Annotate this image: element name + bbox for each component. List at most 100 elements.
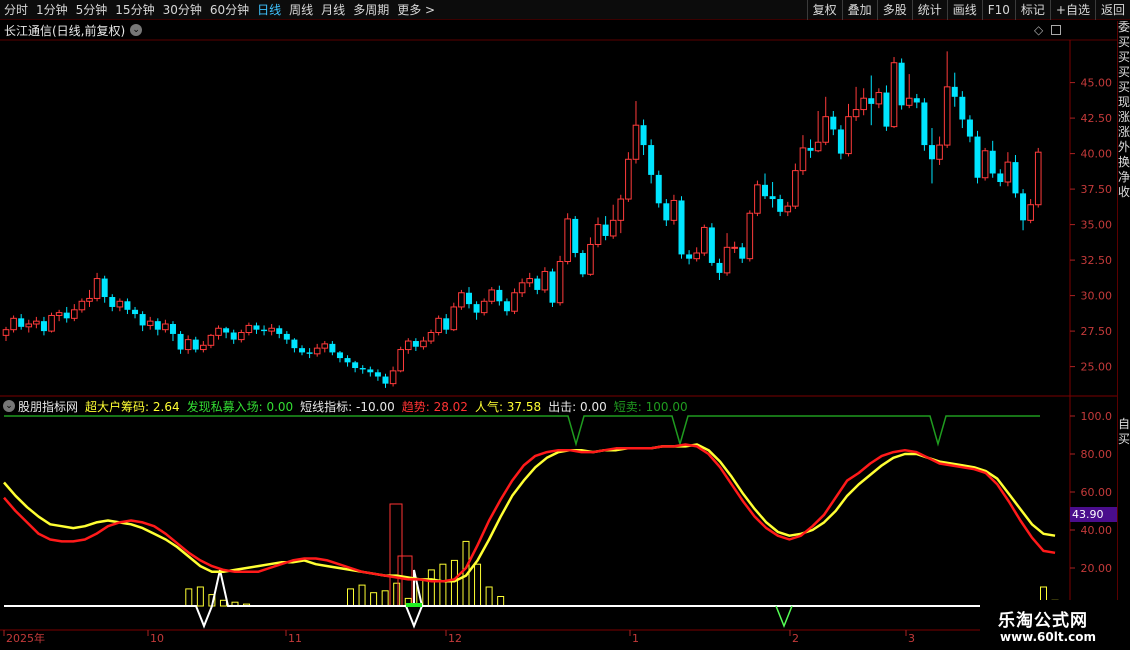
- candle-body-down: [299, 348, 306, 353]
- candle-body-up: [93, 278, 101, 299]
- candle-body-down: [686, 254, 693, 259]
- candle-body-down: [503, 301, 510, 312]
- candle-body-down: [928, 145, 935, 160]
- candle-body-up: [746, 212, 754, 260]
- candle-body-down: [382, 376, 389, 384]
- candle-body-up: [784, 205, 792, 213]
- candle-body-down: [777, 199, 784, 212]
- quote-label: 外: [1118, 140, 1130, 154]
- candle-body-up: [632, 124, 640, 160]
- candle-body-up: [1004, 161, 1012, 183]
- quote-label: 涨: [1118, 125, 1130, 139]
- candle-body-up: [943, 86, 951, 146]
- candle-body-down: [344, 358, 351, 363]
- candle-body-up: [184, 339, 192, 351]
- candle-body-down: [169, 324, 176, 334]
- candle-body-up: [731, 246, 738, 249]
- indicator-label: 短卖:: [613, 399, 646, 414]
- candle-body-down: [352, 362, 359, 369]
- date-tick-label: 12: [448, 632, 462, 645]
- candle-body-down: [253, 325, 260, 330]
- candle-body-down: [959, 96, 966, 120]
- candle-body-down: [283, 333, 290, 340]
- quote-label: 收: [1118, 185, 1130, 199]
- indicator-header: ⌄ 股朋指标网 超大户筹码: 2.64 发现私募入场: 0.00 短线指标: -10…: [0, 398, 695, 414]
- quote-label: 涨: [1118, 110, 1130, 124]
- indicator-name[interactable]: 股朋指标网: [18, 398, 78, 415]
- candle-body-down: [807, 147, 814, 151]
- indicator-value: 2.64: [152, 399, 180, 414]
- candle-body-down: [549, 271, 556, 303]
- candle-body-down: [898, 62, 905, 106]
- volume-bar: [185, 588, 193, 607]
- volume-bar: [474, 563, 482, 607]
- price-tick-label: 45.00: [1081, 77, 1113, 90]
- chevron-down-icon[interactable]: ⌄: [3, 400, 15, 412]
- indicator-tick-label: 80.00: [1081, 448, 1113, 461]
- candle-body-up: [427, 332, 435, 342]
- chart-canvas[interactable]: 45.0042.5040.0037.5035.0032.5030.0027.50…: [0, 0, 1130, 650]
- candle-body-up: [450, 306, 458, 331]
- candle-body-down: [230, 332, 237, 340]
- candle-body-up: [48, 314, 55, 332]
- volume-bar: [497, 596, 505, 607]
- candle-body-down: [837, 129, 844, 154]
- quote-label: 自: [1118, 417, 1130, 431]
- indicator-label: 人气:: [474, 399, 507, 414]
- candle-body-down: [997, 173, 1004, 182]
- indicator-value: 37.58: [506, 399, 542, 414]
- candle-body-up: [116, 300, 124, 308]
- indicator-item-1: 发现私募入场: 0.00: [187, 398, 294, 415]
- candle-body-down: [572, 218, 579, 253]
- candle-body-down: [663, 203, 670, 221]
- volume-bar: [381, 590, 389, 607]
- candle-body-down: [974, 136, 981, 178]
- quote-label: 换: [1118, 155, 1130, 169]
- candle-body-up: [78, 300, 86, 311]
- candle-body-up: [594, 224, 602, 245]
- candle-body-down: [708, 227, 715, 263]
- quote-label: 买: [1118, 65, 1130, 79]
- right-quote-strip: 委买买买买现涨涨外换净收自买: [1117, 21, 1130, 631]
- candle-body-up: [2, 329, 10, 336]
- candle-body-down: [1020, 193, 1027, 221]
- candle-body-down: [261, 329, 268, 332]
- candle-body-up: [556, 261, 564, 304]
- candle-body-up: [860, 97, 867, 111]
- price-tick-label: 40.00: [1081, 148, 1113, 161]
- stock-chart-window: 分时 1分钟 5分钟 15分钟 30分钟 60分钟 日线 周线 月线 多周期 更多 > 复权 叠加 多股…: [0, 0, 1130, 650]
- price-tick-label: 35.00: [1081, 219, 1113, 232]
- price-tick-label: 32.50: [1081, 254, 1113, 267]
- date-tick-label: 2: [792, 632, 799, 645]
- indicator-label: 超大户筹码:: [85, 399, 153, 414]
- candle-body-up: [404, 340, 412, 351]
- quote-label: 净: [1118, 170, 1130, 184]
- candle-body-down: [762, 184, 768, 197]
- candle-body-down: [336, 352, 343, 359]
- quote-label: 现: [1118, 95, 1130, 109]
- candle-body-down: [951, 86, 958, 97]
- indicator-item-4: 人气: 37.58: [475, 398, 541, 415]
- candle-body-up: [215, 327, 222, 336]
- candle-body-down: [306, 352, 313, 354]
- indicator-item-6: 短卖: 100.00: [614, 398, 688, 415]
- candle-body-down: [359, 368, 366, 370]
- indicator-tick-label: 60.00: [1081, 486, 1113, 499]
- candle-body-down: [640, 125, 647, 146]
- candle-body-up: [245, 324, 253, 334]
- indicator-value: 28.02: [433, 399, 468, 414]
- indicator-item-0: 超大户筹码: 2.64: [85, 398, 180, 415]
- candle-body-down: [534, 278, 541, 290]
- indicator-label: 短线指标:: [300, 399, 357, 414]
- candle-body-down: [63, 312, 70, 319]
- candle-body-down: [913, 98, 920, 103]
- candle-body-down: [192, 339, 199, 350]
- candle-body-up: [981, 150, 989, 179]
- candle-body-down: [868, 98, 875, 104]
- candle-body-down: [579, 253, 586, 275]
- candle-body-up: [480, 300, 488, 314]
- candle-body-down: [109, 297, 116, 307]
- short-term-indicator-line: [4, 569, 1070, 629]
- indicator-label: 出击:: [548, 399, 581, 414]
- candle-body-down: [412, 341, 419, 347]
